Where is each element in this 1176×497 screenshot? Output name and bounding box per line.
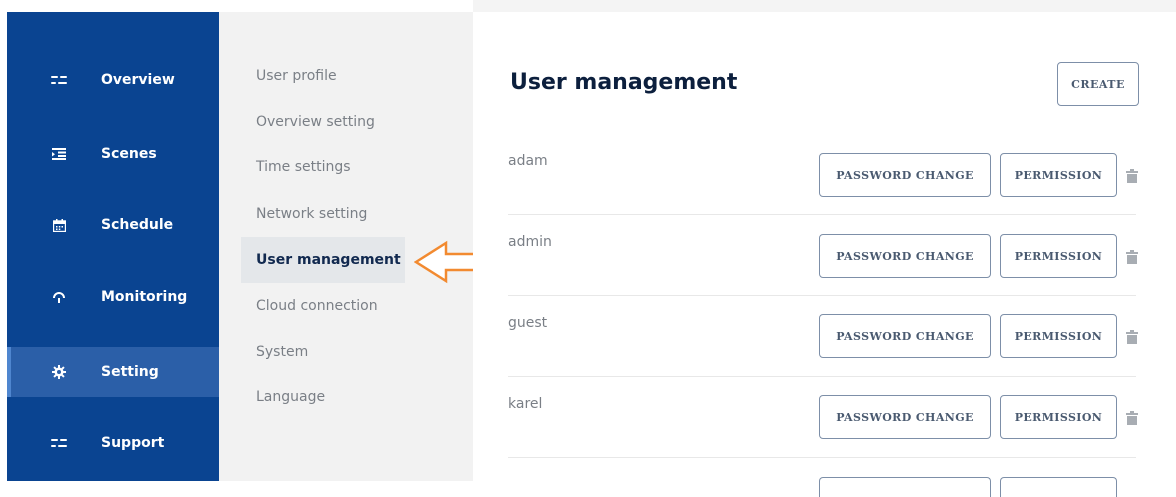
main-panel: User management CREATE adam PASSWORD CHA… — [473, 12, 1176, 497]
sidebar-item-setting[interactable]: Setting — [7, 347, 219, 397]
permission-button[interactable]: PERMISSION — [1000, 395, 1117, 439]
trash-icon[interactable] — [1126, 329, 1138, 344]
submenu-item-network-setting[interactable]: Network setting — [241, 191, 405, 237]
trash-icon[interactable] — [1126, 168, 1138, 183]
user-name: adam — [508, 153, 548, 169]
user-row: admin PASSWORD CHANGE PERMISSION — [508, 215, 1138, 296]
list-indent-icon — [51, 146, 67, 162]
sidebar-item-label: Schedule — [101, 217, 174, 233]
user-name: guest — [508, 315, 548, 331]
page-title: User management — [510, 70, 738, 95]
user-row: guest PASSWORD CHANGE PERMISSION — [508, 296, 1138, 377]
sidebar-item-label: Overview — [101, 72, 175, 88]
create-button[interactable]: CREATE — [1057, 62, 1139, 106]
user-name: admin — [508, 234, 552, 250]
password-change-button[interactable]: PASSWORD CHANGE — [819, 395, 991, 439]
sliders-icon — [51, 435, 67, 451]
sidebar-item-label: Setting — [101, 364, 159, 380]
submenu-item-user-profile[interactable]: User profile — [241, 53, 405, 99]
password-change-button[interactable] — [819, 477, 991, 497]
password-change-button[interactable]: PASSWORD CHANGE — [819, 153, 991, 197]
permission-button[interactable]: PERMISSION — [1000, 234, 1117, 278]
sidebar: Overview Scenes Schedule Monitoring Sett… — [7, 12, 219, 481]
sidebar-item-overview[interactable]: Overview — [7, 55, 219, 105]
password-change-button[interactable]: PASSWORD CHANGE — [819, 234, 991, 278]
user-name: karel — [508, 396, 543, 412]
user-row: karel PASSWORD CHANGE PERMISSION — [508, 377, 1138, 458]
permission-button[interactable] — [1000, 477, 1117, 497]
permission-button[interactable]: PERMISSION — [1000, 314, 1117, 358]
user-row: adam PASSWORD CHANGE PERMISSION — [508, 134, 1138, 215]
gauge-icon — [51, 289, 67, 305]
submenu-item-time-settings[interactable]: Time settings — [241, 144, 405, 190]
gear-icon — [51, 364, 67, 380]
sidebar-item-label: Scenes — [101, 146, 157, 162]
submenu-item-overview-setting[interactable]: Overview setting — [241, 99, 405, 145]
sidebar-item-support[interactable]: Support — [7, 418, 219, 468]
submenu-item-cloud-connection[interactable]: Cloud connection — [241, 283, 405, 329]
sidebar-item-label: Support — [101, 435, 165, 451]
sliders-icon — [51, 72, 67, 88]
sidebar-item-label: Monitoring — [101, 289, 188, 305]
submenu-item-language[interactable]: Language — [241, 374, 405, 420]
trash-icon[interactable] — [1126, 249, 1138, 264]
password-change-button[interactable]: PASSWORD CHANGE — [819, 314, 991, 358]
sidebar-item-monitoring[interactable]: Monitoring — [7, 272, 219, 322]
sidebar-item-schedule[interactable]: Schedule — [7, 200, 219, 250]
sidebar-item-scenes[interactable]: Scenes — [7, 129, 219, 179]
submenu-item-user-management[interactable]: User management — [241, 237, 405, 283]
submenu-item-system[interactable]: System — [241, 329, 405, 375]
permission-button[interactable]: PERMISSION — [1000, 153, 1117, 197]
trash-icon[interactable] — [1126, 410, 1138, 425]
calendar-icon — [51, 217, 67, 233]
